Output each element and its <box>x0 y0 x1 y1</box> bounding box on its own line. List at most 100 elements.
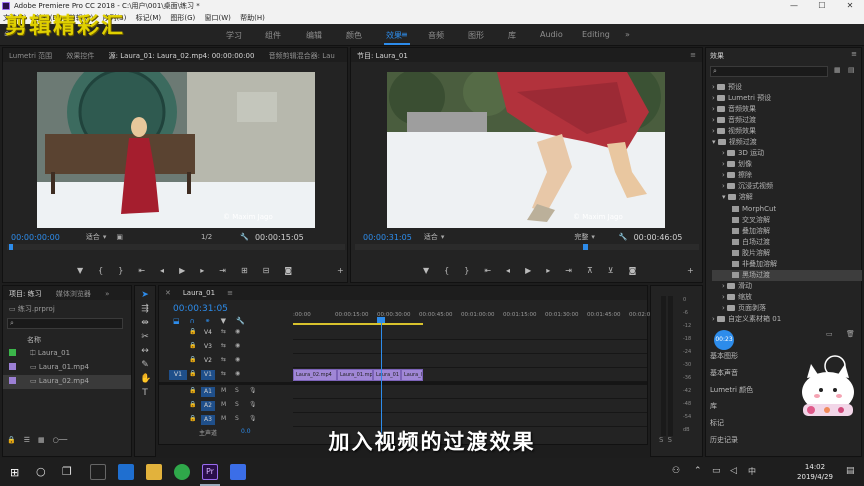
tab-effect-controls[interactable]: 效果控件 <box>60 48 100 62</box>
sync-lock-icon[interactable]: ⇆ <box>221 342 226 349</box>
lock-icon[interactable]: 🔒 <box>189 387 196 394</box>
add-button-icon[interactable]: + <box>337 266 344 275</box>
program-quality-select[interactable]: 完整 <box>574 232 588 242</box>
panel-menu-icon[interactable]: ≡ <box>221 286 239 300</box>
effects-tree-item[interactable]: 黑场过渡 <box>712 269 862 281</box>
mic-icon[interactable]: 🎙 <box>249 401 257 408</box>
network-icon[interactable]: ▭ <box>712 466 721 476</box>
notification-icon[interactable]: ▤ <box>846 466 855 476</box>
people-icon[interactable]: ⚇ <box>672 466 680 476</box>
panel-menu-icon[interactable]: ≡ <box>851 50 857 58</box>
step-back-icon[interactable]: ◂ <box>160 266 164 275</box>
audio-track[interactable]: 🔒 A2 M S 🎙 <box>159 399 647 413</box>
effects-tree-item[interactable]: 叠加溶解 <box>712 226 862 237</box>
source-playhead[interactable] <box>9 244 13 250</box>
effects-tree-item[interactable]: ▾ 视频过渡 <box>712 137 862 148</box>
effects-tree-item[interactable]: › 3D 运动 <box>712 148 862 159</box>
effects-tree-item[interactable]: › 擦除 <box>712 170 862 181</box>
pen-tool-icon[interactable]: ✎ <box>140 360 150 370</box>
mark-in-icon[interactable]: { <box>444 266 449 275</box>
search-icon[interactable]: ○ <box>36 465 46 478</box>
project-item[interactable]: ▭ Laura_02.mp4 <box>3 375 131 389</box>
project-column-name[interactable]: 名称 <box>3 329 131 347</box>
effects-tree-item[interactable]: ▾ 溶解 <box>712 192 862 203</box>
source-video-frame[interactable]: © Maxim Jago <box>37 72 315 228</box>
close-button[interactable]: ✕ <box>836 0 864 12</box>
tab-project[interactable]: 项目: 练习 <box>3 286 48 300</box>
workspace-learn[interactable]: 学习 <box>226 30 242 41</box>
effects-search-input[interactable]: ⌕ <box>710 66 828 77</box>
mark-in-icon[interactable]: { <box>98 266 103 275</box>
ie-browser-icon[interactable] <box>118 464 134 480</box>
workspace-audio-en[interactable]: Audio <box>540 30 563 39</box>
program-scrubber[interactable] <box>355 244 699 250</box>
effects-tree-item[interactable]: › 音频过渡 <box>712 115 862 126</box>
ime-icon[interactable]: 中 <box>748 466 756 477</box>
timeline-clip[interactable]: Laura_01 <box>373 369 401 381</box>
premiere-taskbar-icon[interactable]: Pr <box>202 464 218 480</box>
lock-icon[interactable]: 🔒 <box>189 356 196 363</box>
menu-window[interactable]: 窗口(W) <box>204 14 230 22</box>
play-icon[interactable]: ▶ <box>525 266 531 275</box>
floating-badge[interactable]: 00:23 <box>714 330 734 350</box>
chevron-down-icon[interactable]: ▾ <box>591 233 595 241</box>
mute-icon[interactable]: M <box>221 415 226 422</box>
tab-sequence[interactable]: Laura_01 <box>177 286 221 300</box>
insert-icon[interactable]: ⊞ <box>241 266 248 275</box>
tab-lumetri-scopes[interactable]: Lumetri 范围 <box>3 48 58 62</box>
timeline-clip[interactable]: Laura_01.mp4 <box>337 369 373 381</box>
nest-icon[interactable]: ⬓ <box>173 317 180 325</box>
program-video-frame[interactable]: © Maxim Jago <box>387 72 665 228</box>
lock-icon[interactable]: 🔒 <box>189 328 196 335</box>
file-explorer-icon[interactable] <box>146 464 162 480</box>
add-marker-icon[interactable]: ▼ <box>77 266 83 275</box>
solo-icon[interactable]: S <box>235 401 239 408</box>
effects-tree-item[interactable]: › 页面剥落 <box>712 303 862 314</box>
tab-program[interactable]: 节目: Laura_01 <box>351 48 414 62</box>
source-fit-select[interactable]: 适合 <box>86 232 100 242</box>
close-icon[interactable]: ✕ <box>159 286 177 300</box>
new-bin-icon[interactable]: ▭ <box>826 330 833 338</box>
export-frame-icon[interactable]: ◙ <box>284 266 292 275</box>
project-item[interactable]: ▭ Laura_01.mp4 <box>3 361 131 375</box>
eye-icon[interactable]: ◉ <box>235 342 240 349</box>
workspace-overflow-icon[interactable]: » <box>625 30 630 39</box>
mark-out-icon[interactable]: } <box>464 266 469 275</box>
source-patch-v1[interactable]: V1 <box>169 370 187 380</box>
lock-icon[interactable]: 🔒 <box>189 415 196 422</box>
audio-track[interactable]: 🔒 A3 M S 🎙 <box>159 413 647 427</box>
workspace-audio[interactable]: 音频 <box>428 30 444 41</box>
play-icon[interactable]: ▶ <box>179 266 185 275</box>
sync-lock-icon[interactable]: ⇆ <box>221 356 226 363</box>
track-label[interactable]: A3 <box>201 415 215 425</box>
new-bin-icon[interactable]: ▦ <box>834 66 841 74</box>
go-to-out-icon[interactable]: ⇥ <box>565 266 572 275</box>
eye-icon[interactable]: ◉ <box>235 328 240 335</box>
app-icon-2[interactable] <box>174 464 190 480</box>
wrench-icon[interactable]: 🔧 <box>236 317 245 325</box>
add-marker-icon[interactable]: ▼ <box>221 317 226 325</box>
yuv-icon[interactable]: ▤ <box>848 66 855 74</box>
track-label[interactable]: A1 <box>201 387 215 397</box>
timeline-clip[interactable]: Laura_02.mp4 <box>401 369 423 381</box>
track-label[interactable]: A2 <box>201 401 215 411</box>
effects-tree-item[interactable]: › 预设 <box>712 82 862 93</box>
effects-tree-item[interactable]: › 缩放 <box>712 292 862 303</box>
lock-icon[interactable]: 🔒 <box>189 342 196 349</box>
solo-icon[interactable]: S <box>235 387 239 394</box>
source-timecode[interactable]: 00:00:00:00 <box>11 233 60 242</box>
effects-tree-item[interactable]: 非叠加溶解 <box>712 259 862 270</box>
workspace-color[interactable]: 颜色 <box>346 30 362 41</box>
workspace-editing-en[interactable]: Editing <box>582 30 610 39</box>
effects-tree-item[interactable]: › 自定义素材箱 01 <box>712 314 862 325</box>
menu-graphics[interactable]: 图形(G) <box>170 14 195 22</box>
tab-source[interactable]: 源: Laura_01: Laura_02.mp4: 00:00:00:00 <box>103 48 261 62</box>
lift-icon[interactable]: ⊼ <box>587 266 593 275</box>
program-playhead[interactable] <box>583 244 588 250</box>
source-scrubber[interactable] <box>7 244 345 250</box>
add-button-icon[interactable]: + <box>687 266 694 275</box>
effects-tree-item[interactable]: 交叉溶解 <box>712 215 862 226</box>
wrench-icon[interactable]: 🔧 <box>240 233 249 241</box>
mic-icon[interactable]: 🎙 <box>249 415 257 422</box>
effects-tree-item[interactable]: › Lumetri 预设 <box>712 93 862 104</box>
